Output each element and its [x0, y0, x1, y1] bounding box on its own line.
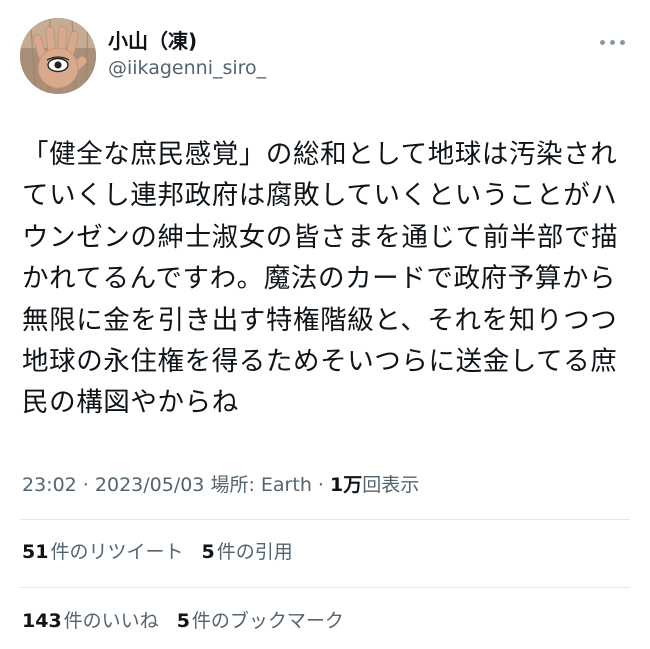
tweet-meta: 23:02 · 2023/05/03 場所: Earth · 1万回表示: [22, 471, 419, 499]
views-label: 回表示: [362, 474, 420, 496]
display-name[interactable]: 小山（凍): [108, 28, 266, 54]
tweet-time[interactable]: 23:02: [22, 474, 77, 496]
author-names: 小山（凍) @iikagenni_siro_: [108, 28, 266, 81]
meta-separator: ·: [76, 474, 95, 496]
bookmarks-stat[interactable]: 5 件のブックマーク: [177, 607, 344, 635]
tweet-date[interactable]: 2023/05/03: [95, 474, 205, 496]
quotes-stat[interactable]: 5 件の引用: [201, 538, 292, 566]
more-dots-icon[interactable]: [598, 38, 628, 48]
location-label: 場所:: [210, 474, 261, 496]
retweets-count: 51: [22, 541, 49, 563]
bookmarks-count: 5: [176, 610, 190, 632]
engagement-row-2: 143 件のいいね 5 件のブックマーク: [22, 607, 362, 635]
divider: [20, 587, 630, 588]
meta-separator: ·: [311, 474, 330, 496]
likes-stat[interactable]: 143 件のいいね: [22, 607, 159, 635]
retweets-stat[interactable]: 51 件のリツイート: [22, 538, 183, 566]
likes-count: 143: [22, 610, 62, 632]
likes-label: 件のいいね: [63, 610, 159, 632]
hand-eye-avatar-icon: [20, 18, 96, 94]
quotes-count: 5: [201, 541, 215, 563]
quotes-label: 件の引用: [216, 541, 293, 563]
bookmarks-label: 件のブックマーク: [191, 610, 344, 632]
divider: [20, 519, 630, 520]
engagement-row-1: 51 件のリツイート 5 件の引用: [22, 538, 311, 566]
tweet-text: 「健全な庶民感覚」の総和として地球は汚染され ていくし連邦政府は腐敗していくとい…: [22, 139, 619, 419]
views-count: 1万: [329, 474, 363, 496]
tweet-header: 小山（凍) @iikagenni_siro_: [20, 18, 632, 94]
user-handle[interactable]: @iikagenni_siro_: [108, 55, 266, 81]
location-value[interactable]: Earth: [261, 474, 312, 496]
retweets-label: 件のリツイート: [50, 541, 184, 563]
avatar[interactable]: [20, 18, 96, 94]
